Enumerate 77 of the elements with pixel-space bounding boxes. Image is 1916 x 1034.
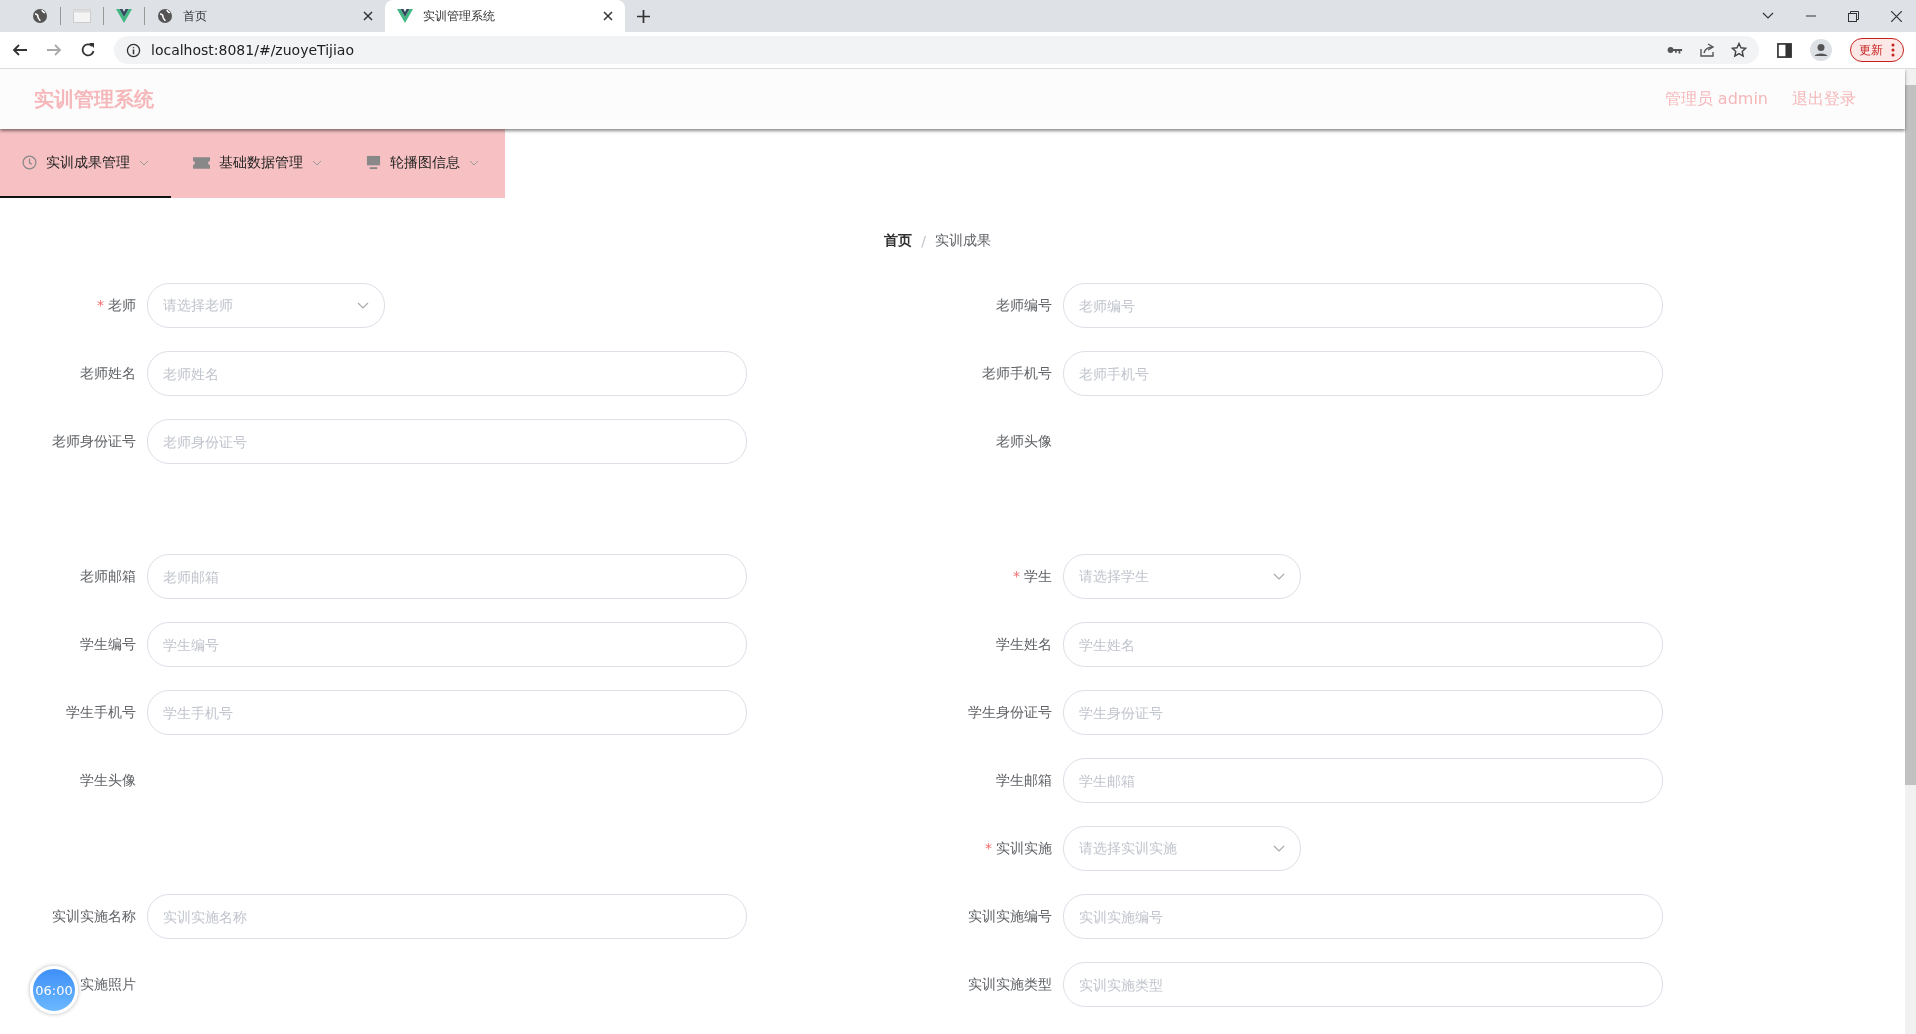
scrollbar[interactable] [1905,69,1916,1034]
share-icon[interactable] [1699,42,1715,58]
text-field[interactable]: 老师编号 [1063,283,1663,328]
field-label: 实训实施类型 [968,976,1052,992]
menu-item[interactable]: 轮播图信息 [344,129,501,198]
text-field[interactable]: 学生手机号 [147,690,747,735]
app-title: 实训管理系统 [34,85,154,113]
back-arrow-icon[interactable] [12,42,28,58]
text-field[interactable]: 学生编号 [147,622,747,667]
globe-icon [157,8,173,24]
field-label: 学生头像 [80,772,136,788]
breadcrumb-separator: / [921,232,926,249]
url-text: localhost:8081/#/zuoyeTijiao [151,42,354,58]
globe-icon[interactable] [32,8,48,24]
more-icon [1891,43,1895,57]
browser-tab[interactable]: 首页 [145,0,385,32]
reload-icon[interactable] [80,42,96,58]
chevron-down-icon[interactable] [1762,12,1774,20]
text-field[interactable]: 学生姓名 [1063,622,1663,667]
text-field[interactable]: 老师邮箱 [147,554,747,599]
close-icon[interactable] [363,11,373,21]
field-label: 实训实施 [996,840,1052,856]
caret-icon [312,159,322,166]
v-logo-icon[interactable] [116,9,132,23]
required-mark: * [985,840,992,856]
ticket-icon [193,156,210,169]
field-label: 学生邮箱 [996,772,1052,788]
menu-item[interactable]: 基础数据管理 [171,129,344,198]
field-label: 老师编号 [996,297,1052,313]
field-label: 实训实施名称 [52,908,136,924]
field-label: 老师邮箱 [80,568,136,584]
field-label: 学生身份证号 [968,704,1052,720]
field-label: 学生手机号 [66,704,136,720]
key-icon[interactable] [1667,45,1683,55]
caret-icon [469,159,479,166]
monitor-icon [366,155,381,170]
update-button[interactable]: 更新 [1850,38,1904,62]
field-label: 老师手机号 [982,365,1052,381]
field-label: 实施照片 [80,976,136,992]
address-bar[interactable]: localhost:8081/#/zuoyeTijiao [114,36,1759,64]
restore-icon[interactable] [1848,10,1859,22]
chevron-down-icon [357,302,369,309]
text-field[interactable]: 老师姓名 [147,351,747,396]
user-name: 管理员 admin [1664,88,1768,110]
text-field[interactable]: 老师手机号 [1063,351,1663,396]
required-mark: * [1013,568,1020,584]
field-label: 老师姓名 [80,365,136,381]
field-label: 学生 [1024,568,1052,584]
info-icon [126,42,141,58]
close-icon[interactable] [603,11,613,21]
chevron-down-icon [1273,573,1285,580]
text-field[interactable]: 老师身份证号 [147,419,747,464]
text-field[interactable]: 实训实施编号 [1063,894,1663,939]
breadcrumb-link[interactable]: 首页 [884,231,913,250]
menu-item[interactable]: 实训成果管理 [0,129,171,198]
text-field[interactable]: 实训实施名称 [147,894,747,939]
text-field[interactable]: 实训实施类型 [1063,962,1663,1007]
field-label: 老师 [108,297,136,313]
side-panel-icon[interactable] [1777,42,1792,58]
breadcrumb-link[interactable]: 实训成果 [934,231,991,250]
star-icon[interactable] [1731,42,1747,58]
clock-icon [22,155,37,170]
field-label: 老师头像 [996,433,1052,449]
field-label: 老师身份证号 [52,433,136,449]
text-field[interactable]: 学生身份证号 [1063,690,1663,735]
chevron-down-icon [1273,845,1285,852]
field-label: 实训实施编号 [968,908,1052,924]
v-logo-icon [397,9,413,23]
field-label: 学生编号 [80,636,136,652]
text-field[interactable]: 学生邮箱 [1063,758,1663,803]
close-icon[interactable] [1891,10,1902,22]
profile-icon[interactable] [1810,39,1832,61]
new-tab-icon[interactable] [637,9,650,23]
browser-tab[interactable]: 实训管理系统 [385,0,625,32]
required-mark: * [97,297,104,313]
field-label: 学生姓名 [996,636,1052,652]
caret-icon [139,159,149,166]
